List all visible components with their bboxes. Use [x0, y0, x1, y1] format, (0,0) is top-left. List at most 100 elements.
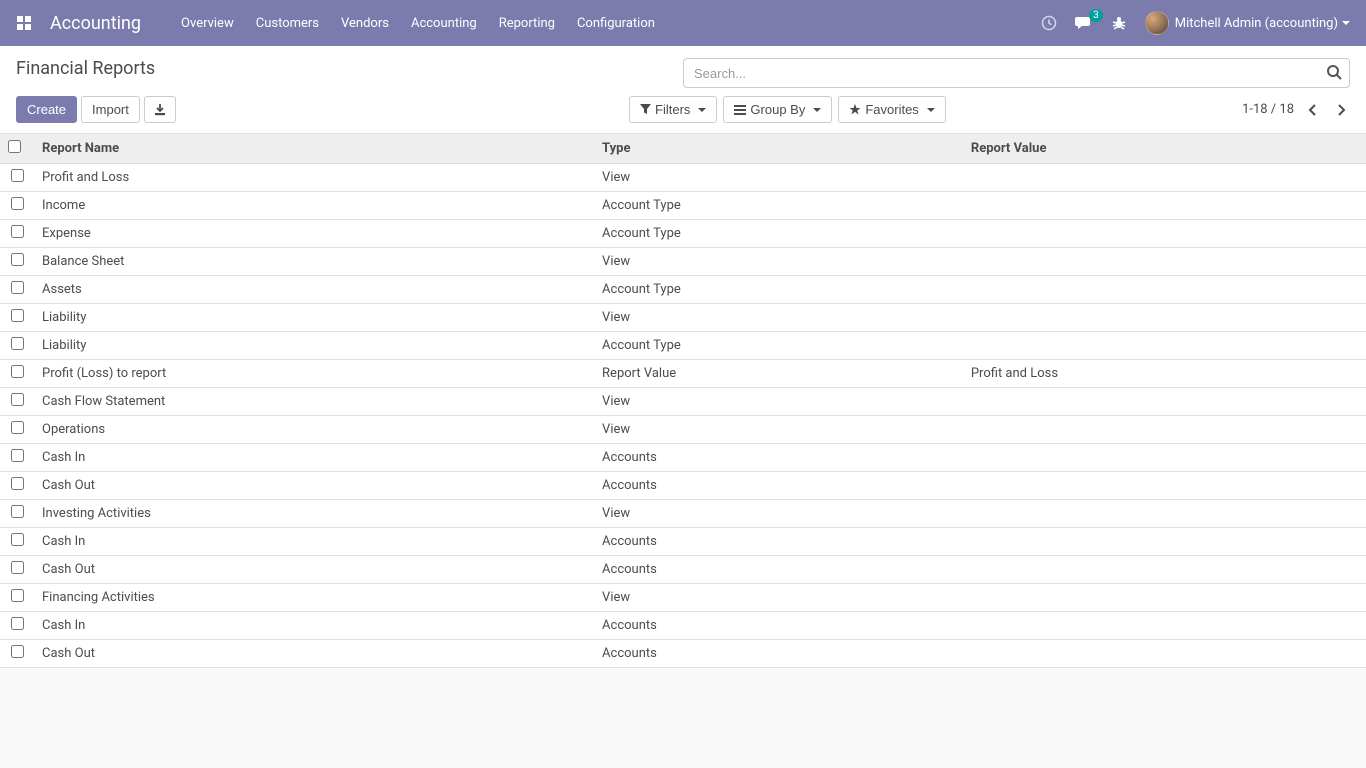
- table-row[interactable]: Profit and LossView: [0, 164, 1366, 192]
- apps-icon[interactable]: [16, 15, 32, 31]
- create-button[interactable]: Create: [16, 96, 77, 123]
- cell-type: Accounts: [594, 640, 963, 668]
- cell-report-name: Operations: [34, 416, 594, 444]
- cell-report-name: Assets: [34, 276, 594, 304]
- table-row[interactable]: Cash Flow StatementView: [0, 388, 1366, 416]
- row-checkbox[interactable]: [11, 365, 24, 378]
- list-icon: [734, 105, 746, 115]
- row-checkbox-cell: [0, 276, 34, 304]
- cell-report-name: Income: [34, 192, 594, 220]
- filter-icon: [640, 104, 651, 115]
- table-row[interactable]: Cash OutAccounts: [0, 640, 1366, 668]
- pager-text[interactable]: 1-18 / 18: [1242, 102, 1294, 117]
- debug-icon[interactable]: [1111, 15, 1127, 31]
- row-checkbox[interactable]: [11, 617, 24, 630]
- messages-icon[interactable]: 3: [1075, 15, 1093, 31]
- header-report-value[interactable]: Report Value: [963, 134, 1366, 164]
- nav-overview[interactable]: Overview: [181, 16, 234, 31]
- filters-label: Filters: [655, 102, 690, 117]
- table-row[interactable]: Cash InAccounts: [0, 444, 1366, 472]
- table-row[interactable]: Cash InAccounts: [0, 528, 1366, 556]
- row-checkbox[interactable]: [11, 309, 24, 322]
- favorites-button[interactable]: Favorites: [838, 96, 945, 123]
- export-button[interactable]: [144, 96, 176, 123]
- row-checkbox[interactable]: [11, 253, 24, 266]
- cell-report-name: Cash In: [34, 612, 594, 640]
- table-row[interactable]: LiabilityView: [0, 304, 1366, 332]
- cell-report-name: Cash Out: [34, 640, 594, 668]
- table-row[interactable]: Cash OutAccounts: [0, 556, 1366, 584]
- cell-type: Accounts: [594, 556, 963, 584]
- row-checkbox[interactable]: [11, 533, 24, 546]
- nav-right: 3 Mitchell Admin (accounting): [1041, 11, 1350, 35]
- search-icon[interactable]: [1326, 64, 1342, 84]
- row-checkbox[interactable]: [11, 645, 24, 658]
- table-row[interactable]: Cash InAccounts: [0, 612, 1366, 640]
- control-panel: Financial Reports Create Import Filters: [0, 46, 1366, 134]
- row-checkbox[interactable]: [11, 169, 24, 182]
- row-checkbox-cell: [0, 444, 34, 472]
- nav-configuration[interactable]: Configuration: [577, 16, 655, 31]
- row-checkbox[interactable]: [11, 505, 24, 518]
- table-row[interactable]: ExpenseAccount Type: [0, 220, 1366, 248]
- table-row[interactable]: Financing ActivitiesView: [0, 584, 1366, 612]
- search-options: Filters Group By Favorites: [629, 96, 1242, 123]
- cell-type: View: [594, 164, 963, 192]
- header-type[interactable]: Type: [594, 134, 963, 164]
- cell-report-name: Cash In: [34, 528, 594, 556]
- search-container: [683, 58, 1350, 88]
- chevron-down-icon: [698, 108, 706, 112]
- table-row[interactable]: Balance SheetView: [0, 248, 1366, 276]
- cell-report-value: [963, 640, 1366, 668]
- row-checkbox[interactable]: [11, 449, 24, 462]
- table-row[interactable]: AssetsAccount Type: [0, 276, 1366, 304]
- table-row[interactable]: IncomeAccount Type: [0, 192, 1366, 220]
- activity-icon[interactable]: [1041, 15, 1057, 31]
- cell-type: Accounts: [594, 612, 963, 640]
- table-row[interactable]: Investing ActivitiesView: [0, 500, 1366, 528]
- user-menu[interactable]: Mitchell Admin (accounting): [1145, 11, 1350, 35]
- cell-report-name: Cash Out: [34, 472, 594, 500]
- cell-type: Accounts: [594, 528, 963, 556]
- chevron-down-icon: [813, 108, 821, 112]
- select-all-checkbox[interactable]: [8, 140, 21, 153]
- pager-prev-button[interactable]: [1304, 99, 1322, 121]
- search-input[interactable]: [683, 58, 1350, 88]
- cell-report-name: Financing Activities: [34, 584, 594, 612]
- nav-customers[interactable]: Customers: [256, 16, 319, 31]
- cell-report-value: [963, 472, 1366, 500]
- nav-accounting[interactable]: Accounting: [411, 16, 477, 31]
- row-checkbox-cell: [0, 360, 34, 388]
- header-report-name[interactable]: Report Name: [34, 134, 594, 164]
- cell-report-value: [963, 500, 1366, 528]
- row-checkbox[interactable]: [11, 561, 24, 574]
- cell-type: Accounts: [594, 444, 963, 472]
- row-checkbox[interactable]: [11, 477, 24, 490]
- import-button[interactable]: Import: [81, 96, 140, 123]
- row-checkbox[interactable]: [11, 421, 24, 434]
- nav-reporting[interactable]: Reporting: [499, 16, 555, 31]
- table-row[interactable]: Profit (Loss) to reportReport ValueProfi…: [0, 360, 1366, 388]
- row-checkbox[interactable]: [11, 393, 24, 406]
- brand-link[interactable]: Accounting: [50, 13, 141, 34]
- table-row[interactable]: Cash OutAccounts: [0, 472, 1366, 500]
- cell-type: Account Type: [594, 220, 963, 248]
- row-checkbox[interactable]: [11, 225, 24, 238]
- cell-report-value: [963, 332, 1366, 360]
- cell-type: View: [594, 248, 963, 276]
- filters-button[interactable]: Filters: [629, 96, 717, 123]
- table-row[interactable]: OperationsView: [0, 416, 1366, 444]
- pager-next-button[interactable]: [1332, 99, 1350, 121]
- groupby-label: Group By: [750, 102, 805, 117]
- table-row[interactable]: LiabilityAccount Type: [0, 332, 1366, 360]
- cell-type: Account Type: [594, 276, 963, 304]
- cell-report-name: Investing Activities: [34, 500, 594, 528]
- row-checkbox[interactable]: [11, 337, 24, 350]
- groupby-button[interactable]: Group By: [723, 96, 832, 123]
- row-checkbox[interactable]: [11, 281, 24, 294]
- nav-vendors[interactable]: Vendors: [341, 16, 389, 31]
- row-checkbox[interactable]: [11, 589, 24, 602]
- row-checkbox-cell: [0, 220, 34, 248]
- row-checkbox[interactable]: [11, 197, 24, 210]
- reports-table: Report Name Type Report Value Profit and…: [0, 134, 1366, 668]
